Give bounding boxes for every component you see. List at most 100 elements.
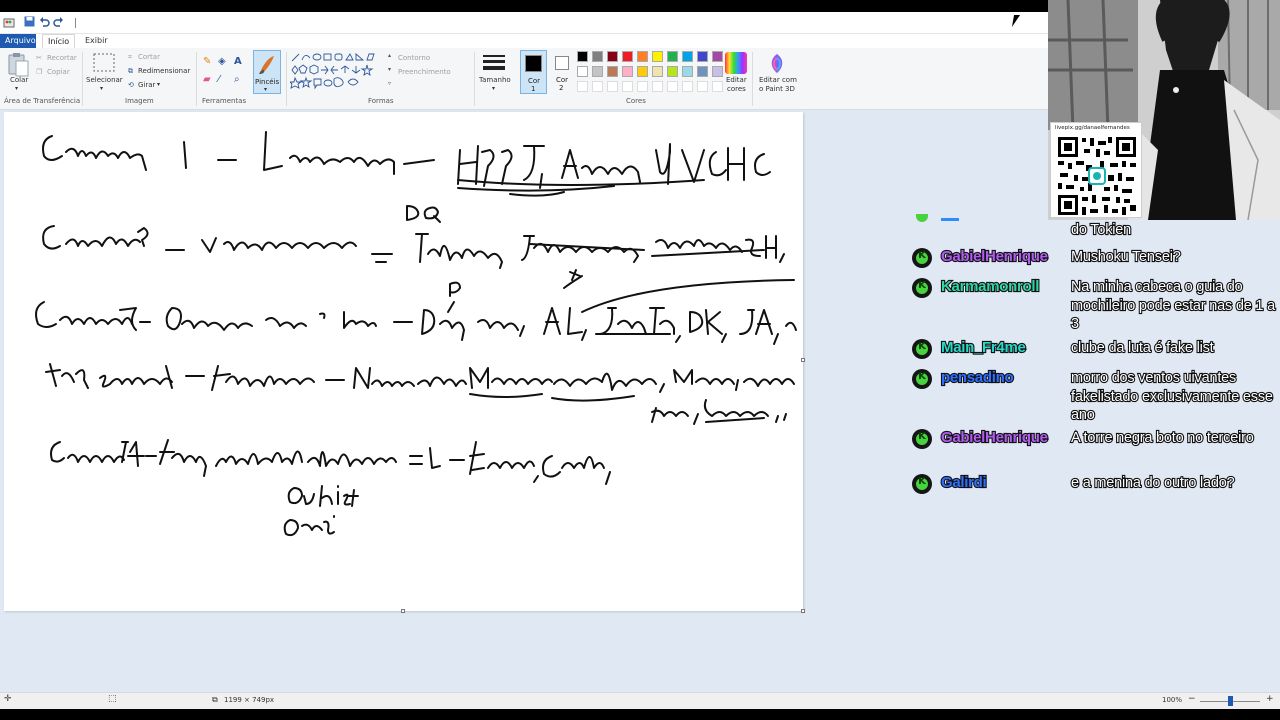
resize-handle-bottom[interactable] xyxy=(401,609,405,613)
shapes-scroll-up-icon[interactable]: ▴ xyxy=(388,52,391,59)
palette-empty-swatch[interactable] xyxy=(592,81,603,92)
edit-colors-icon[interactable] xyxy=(725,52,747,74)
chat-badge xyxy=(916,214,928,222)
palette-empty-swatch[interactable] xyxy=(682,81,693,92)
palette-swatch[interactable] xyxy=(652,66,663,77)
select-icon[interactable] xyxy=(93,53,117,77)
palette-empty-swatch[interactable] xyxy=(622,81,633,92)
drawing-canvas[interactable] xyxy=(4,112,803,611)
rotate-button[interactable]: Girar xyxy=(138,81,155,89)
chat-message-text: Mushoku Tensei? xyxy=(1070,248,1182,266)
palette-swatch[interactable] xyxy=(622,66,633,77)
shapes-gallery[interactable] xyxy=(288,52,386,92)
palette-swatch[interactable] xyxy=(607,66,618,77)
tab-view[interactable]: Exibir xyxy=(80,34,113,48)
palette-swatch[interactable] xyxy=(622,51,633,62)
redo-icon[interactable] xyxy=(51,16,65,30)
size-icon[interactable] xyxy=(483,54,505,72)
tab-home[interactable]: Início xyxy=(42,34,76,48)
select-dropdown-icon[interactable]: ▾ xyxy=(100,85,103,92)
palette-swatch[interactable] xyxy=(712,51,723,62)
palette-swatch[interactable] xyxy=(682,66,693,77)
cut-icon: ✂ xyxy=(36,54,42,62)
paste-icon[interactable] xyxy=(7,52,31,77)
resize-button[interactable]: Redimensionar xyxy=(138,67,190,75)
chat-message-text: do Tokien xyxy=(1070,221,1132,239)
color2-button[interactable]: Cor 2 xyxy=(550,50,575,94)
paint3d-button-line2[interactable]: o Paint 3D xyxy=(759,85,795,93)
tools-group-label: Ferramentas xyxy=(202,97,247,105)
palette-empty-swatch[interactable] xyxy=(577,81,588,92)
eraser-icon[interactable]: ▰ xyxy=(203,74,211,85)
zoom-in-button[interactable]: + xyxy=(1266,694,1274,704)
brushes-button[interactable]: Pincéis ▾ xyxy=(253,50,281,94)
color1-button[interactable]: Cor 1 xyxy=(520,50,547,94)
resize-icon: ⧉ xyxy=(128,67,133,75)
edit-colors-button[interactable]: Editar xyxy=(726,76,747,84)
chat-username: Main_Fr4me xyxy=(940,338,1027,357)
save-icon[interactable] xyxy=(22,16,36,30)
palette-swatch[interactable] xyxy=(667,51,678,62)
copy-button[interactable]: Copiar xyxy=(47,68,70,76)
palette-swatch[interactable] xyxy=(592,51,603,62)
chat-message-partial: do Tokien xyxy=(912,206,1280,239)
edit-colors-button-line2[interactable]: cores xyxy=(727,85,746,93)
fill-icon[interactable]: ◈ xyxy=(218,56,226,67)
group-separator xyxy=(82,52,83,106)
resize-handle-right[interactable] xyxy=(801,358,805,362)
crop-button[interactable]: Cortar xyxy=(138,53,160,61)
cursor-position-icon: ✛ xyxy=(4,694,12,704)
palette-empty-swatch[interactable] xyxy=(667,81,678,92)
rotate-dropdown-icon[interactable]: ▾ xyxy=(157,81,160,88)
bottom-black-bar xyxy=(0,709,1280,720)
palette-empty-swatch[interactable] xyxy=(697,81,708,92)
palette-empty-swatch[interactable] xyxy=(637,81,648,92)
palette-empty-swatch[interactable] xyxy=(652,81,663,92)
size-dropdown-icon[interactable]: ▾ xyxy=(492,85,495,92)
status-bar: ✛ ⬚ ⧉ 1199 × 749px 100% − + xyxy=(0,692,1280,709)
outline-button[interactable]: Contorno xyxy=(398,54,430,62)
paint3d-button[interactable]: Editar com xyxy=(759,76,797,84)
palette-swatch[interactable] xyxy=(682,51,693,62)
text-icon[interactable]: A xyxy=(234,56,242,67)
shapes-scroll-down-icon[interactable]: ▾ xyxy=(388,66,391,73)
palette-empty-swatch[interactable] xyxy=(607,81,618,92)
paste-dropdown-icon[interactable]: ▾ xyxy=(15,85,18,92)
resize-handle-corner[interactable] xyxy=(801,609,805,613)
shapes-icon xyxy=(288,53,375,90)
palette-swatch[interactable] xyxy=(712,66,723,77)
group-separator xyxy=(474,52,475,106)
cut-button[interactable]: Recortar xyxy=(47,54,77,62)
fill-button[interactable]: Preenchimento xyxy=(398,68,451,76)
palette-swatch[interactable] xyxy=(577,66,588,77)
color-palette xyxy=(577,51,727,93)
palette-swatch[interactable] xyxy=(667,66,678,77)
dimensions-icon: ⧉ xyxy=(212,695,218,704)
palette-swatch[interactable] xyxy=(577,51,588,62)
undo-icon[interactable] xyxy=(37,16,51,30)
paint-app-icon[interactable] xyxy=(2,16,16,30)
magnifier-icon[interactable]: ⌕ xyxy=(234,74,240,85)
zoom-out-button[interactable]: − xyxy=(1188,694,1196,704)
palette-swatch[interactable] xyxy=(592,66,603,77)
picker-icon[interactable]: ⁄ xyxy=(218,74,220,85)
qr-code-panel[interactable]: livepix.gg/danaelfernandes xyxy=(1050,122,1142,218)
shapes-expand-icon[interactable]: ▿ xyxy=(388,80,391,87)
select-button[interactable]: Selecionar xyxy=(86,76,123,84)
size-button[interactable]: Tamanho xyxy=(479,76,511,84)
palette-swatch[interactable] xyxy=(652,51,663,62)
palette-swatch[interactable] xyxy=(637,51,648,62)
quick-access-separator xyxy=(75,18,76,28)
brushes-dropdown-icon: ▾ xyxy=(264,86,268,93)
tab-file[interactable]: Arquivo xyxy=(0,34,36,48)
palette-swatch[interactable] xyxy=(607,51,618,62)
palette-swatch[interactable] xyxy=(697,51,708,62)
paste-button[interactable]: Colar xyxy=(10,76,28,84)
palette-swatch[interactable] xyxy=(697,66,708,77)
chat-message-text: clube da luta é fake list xyxy=(1070,339,1215,357)
palette-swatch[interactable] xyxy=(637,66,648,77)
zoom-slider-thumb[interactable] xyxy=(1228,696,1233,706)
pencil-icon[interactable]: ✎ xyxy=(203,56,211,67)
palette-empty-swatch[interactable] xyxy=(712,81,723,92)
chat-message-text: A torre negra boto no terceiro xyxy=(1070,429,1255,447)
